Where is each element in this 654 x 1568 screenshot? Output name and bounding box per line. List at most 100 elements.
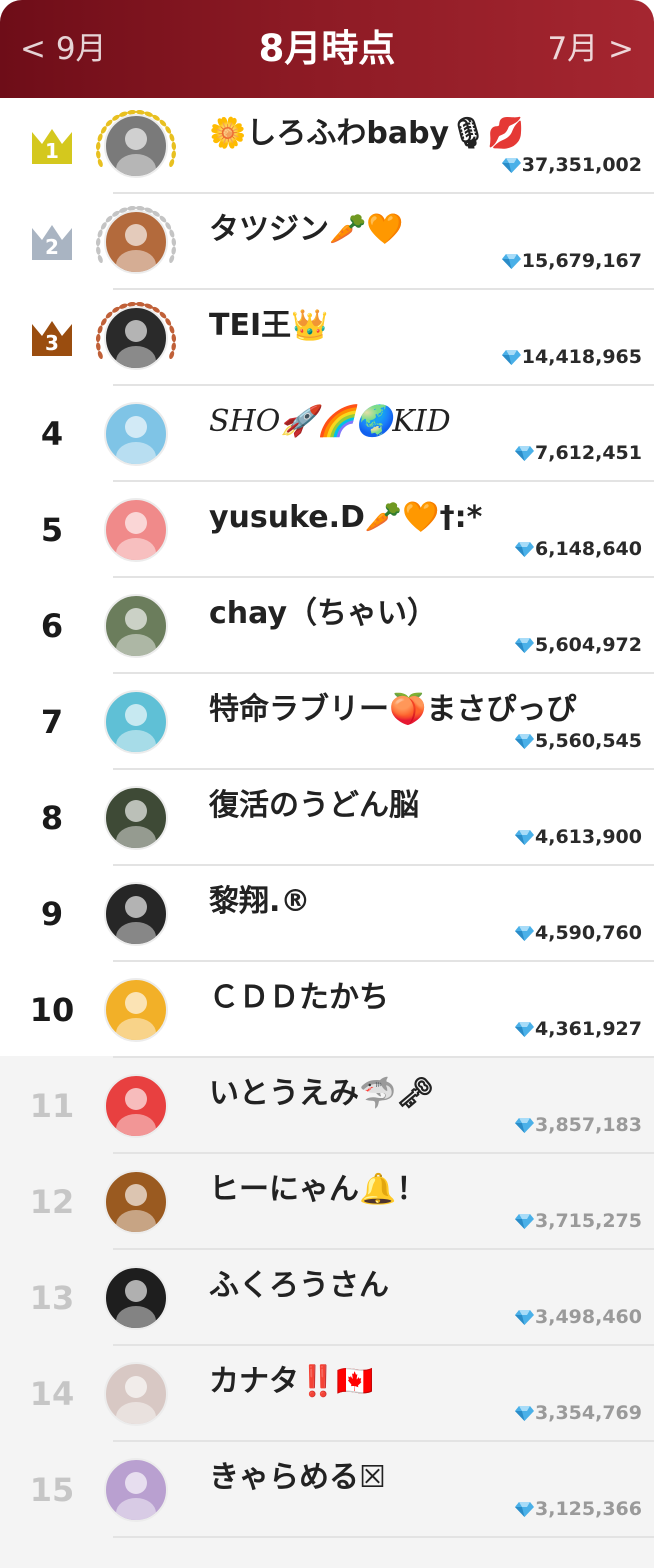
rank-number: 15 (29, 1471, 75, 1509)
avatar[interactable] (104, 1458, 168, 1522)
user-name: いとうえみ🦈🗝 (209, 1076, 435, 1111)
avatar[interactable] (104, 882, 168, 946)
diamond-score: 3,498,460 (515, 1302, 642, 1332)
avatar-face (125, 1472, 147, 1494)
ranking-row[interactable]: 5 yusuke.D🥕🧡†:* 6,148,640 (0, 482, 654, 578)
avatar-body (116, 154, 156, 176)
diamond-score: 5,560,545 (515, 726, 642, 756)
diamond-score: 3,354,769 (515, 1398, 642, 1428)
ranking-row[interactable]: 6 chay（ちゃい） 5,604,972 (0, 578, 654, 674)
rank-number: 6 (40, 607, 64, 645)
avatar[interactable] (104, 402, 168, 466)
diamond-icon (515, 925, 535, 941)
avatar[interactable] (104, 114, 168, 178)
rank-number: 14 (29, 1375, 75, 1413)
user-name: TEI王👑 (209, 308, 329, 343)
avatar-face (125, 1280, 147, 1302)
rank-number: 7 (40, 703, 64, 741)
score-value: 4,590,760 (535, 922, 642, 944)
rank-number: 5 (40, 511, 64, 549)
avatar-face (125, 224, 147, 246)
rank-number: 10 (29, 991, 75, 1029)
avatar[interactable] (104, 690, 168, 754)
avatar-body (116, 250, 156, 272)
diamond-icon (515, 541, 535, 557)
avatar-body (116, 1306, 156, 1328)
avatar[interactable] (104, 498, 168, 562)
score-value: 5,604,972 (535, 634, 642, 656)
ranking-row[interactable]: 9 黎翔.® 4,590,760 (0, 866, 654, 962)
ranking-row[interactable]: 14 カナタ‼️🇨🇦 3,354,769 (0, 1346, 654, 1442)
rank-number: 4 (40, 415, 64, 453)
next-month-button[interactable]: 7月 > (547, 0, 634, 98)
diamond-icon (515, 829, 535, 845)
crown-icon: 1 (30, 126, 74, 166)
score-value: 3,857,183 (535, 1114, 642, 1136)
score-value: 15,679,167 (521, 250, 642, 272)
rank-number: 9 (40, 895, 64, 933)
score-value: 4,361,927 (535, 1018, 642, 1040)
ranking-row[interactable]: 4 SHO🚀🌈🌏KID 7,612,451 (0, 386, 654, 482)
diamond-icon (515, 1117, 535, 1133)
avatar[interactable] (104, 978, 168, 1042)
rank-number: 3 (45, 331, 59, 355)
ranking-row[interactable]: 13 ふくろうさん 3,498,460 (0, 1250, 654, 1346)
avatar-body (116, 922, 156, 944)
avatar-body (116, 1498, 156, 1520)
rank-number: 11 (29, 1087, 75, 1125)
avatar[interactable] (104, 1266, 168, 1330)
diamond-score: 6,148,640 (515, 534, 642, 564)
avatar-face (125, 1088, 147, 1110)
avatar[interactable] (104, 1074, 168, 1138)
diamond-score: 14,418,965 (501, 342, 642, 372)
avatar-body (116, 1018, 156, 1040)
diamond-score: 4,590,760 (515, 918, 642, 948)
ranking-row[interactable]: 2 タツジン🥕🧡 15,679,167 (0, 194, 654, 290)
diamond-icon (515, 1309, 535, 1325)
ranking-row[interactable]: 11 いとうえみ🦈🗝 3,857,183 (0, 1058, 654, 1154)
ranking-row[interactable]: 12 ヒーにゃん🔔！ 3,715,275 (0, 1154, 654, 1250)
ranking-row[interactable]: 3 TEI王👑 14,418,965 (0, 290, 654, 386)
diamond-icon (515, 445, 535, 461)
avatar-body (116, 538, 156, 560)
avatar[interactable] (104, 306, 168, 370)
avatar[interactable] (104, 786, 168, 850)
avatar[interactable] (104, 594, 168, 658)
avatar-body (116, 826, 156, 848)
avatar[interactable] (104, 1170, 168, 1234)
diamond-score: 5,604,972 (515, 630, 642, 660)
crown-icon: 2 (30, 222, 74, 262)
user-name: SHO🚀🌈🌏KID (209, 404, 451, 439)
ranking-row[interactable]: 15 きゃらめる☒ 3,125,366 (0, 1442, 654, 1538)
user-name: ヒーにゃん🔔！ (209, 1172, 427, 1207)
score-value: 6,148,640 (535, 538, 642, 560)
ranking-row[interactable]: 7 特命ラブリー🍑まさぴっぴ 5,560,545 (0, 674, 654, 770)
rank-number: 12 (29, 1183, 75, 1221)
avatar-face (125, 1376, 147, 1398)
score-value: 5,560,545 (535, 730, 642, 752)
diamond-icon (501, 253, 521, 269)
avatar-body (116, 1114, 156, 1136)
avatar-body (116, 1210, 156, 1232)
score-value: 37,351,002 (521, 154, 642, 176)
diamond-icon (515, 1213, 535, 1229)
avatar-body (116, 442, 156, 464)
diamond-score: 37,351,002 (501, 150, 642, 180)
avatar-body (116, 634, 156, 656)
prev-month-button[interactable]: < 9月 (20, 0, 107, 98)
avatar-face (125, 512, 147, 534)
ranking-row[interactable]: 1 🌼しろふわbaby🎙💋 37,351,002 (0, 98, 654, 194)
avatar-face (125, 320, 147, 342)
ranking-row[interactable]: 8 復活のうどん脳 4,613,900 (0, 770, 654, 866)
ranking-row[interactable]: 10 ＣＤＤたかち 4,361,927 (0, 962, 654, 1058)
rank-number: 13 (29, 1279, 75, 1317)
avatar[interactable] (104, 210, 168, 274)
avatar-face (125, 896, 147, 918)
avatar-face (125, 608, 147, 630)
score-value: 7,612,451 (535, 442, 642, 464)
avatar-body (116, 730, 156, 752)
avatar-face (125, 1184, 147, 1206)
rank-number: 2 (45, 235, 59, 259)
avatar[interactable] (104, 1362, 168, 1426)
diamond-score: 7,612,451 (515, 438, 642, 468)
